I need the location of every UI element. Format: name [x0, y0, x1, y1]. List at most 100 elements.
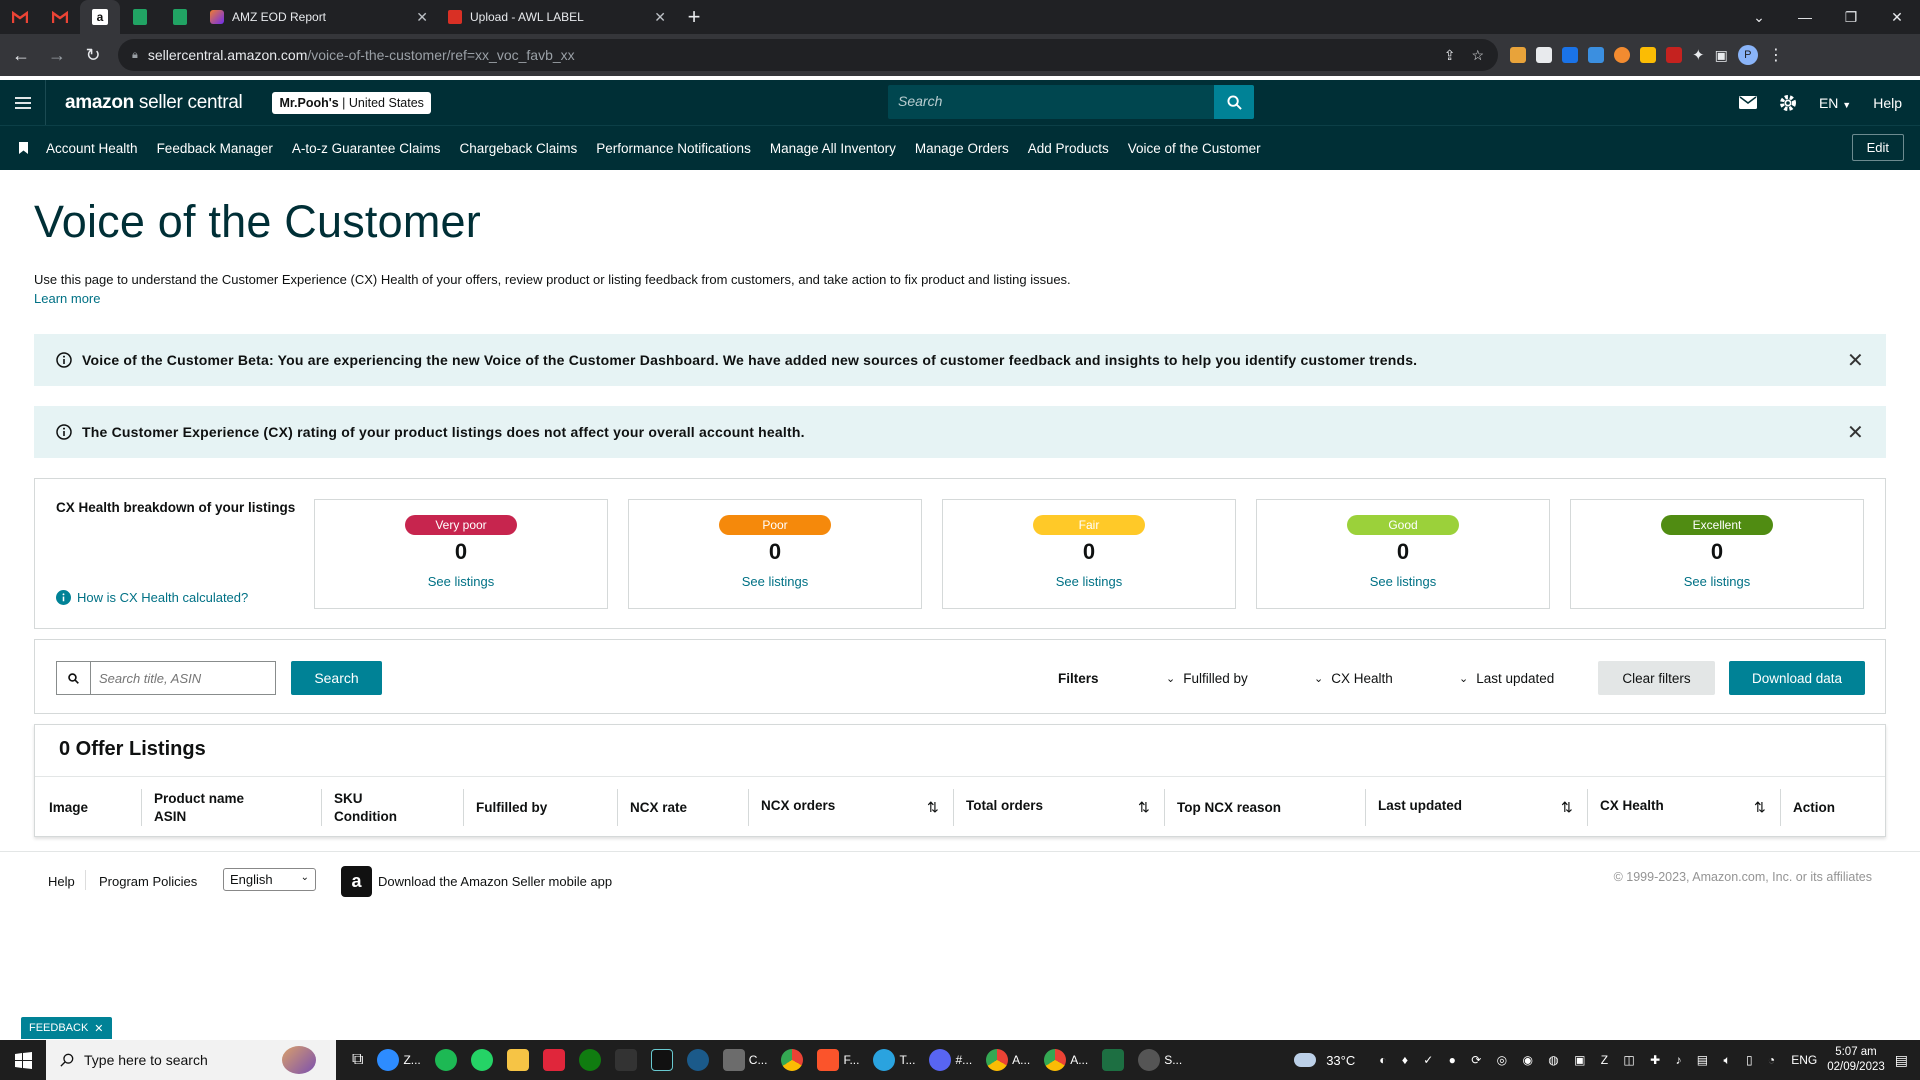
- close-icon[interactable]: ✕: [94, 1022, 103, 1035]
- restore-icon[interactable]: ❐: [1828, 0, 1874, 34]
- cx-health-how-link[interactable]: How is CX Health calculated?: [56, 590, 248, 605]
- extensions-puzzle-icon[interactable]: ✦: [1692, 46, 1705, 64]
- see-listings-link[interactable]: See listings: [315, 574, 607, 589]
- bookmark-star-icon[interactable]: ☆: [1471, 47, 1484, 64]
- amazon-tab[interactable]: a: [80, 0, 120, 34]
- back-icon[interactable]: ←: [6, 40, 36, 70]
- xbox-icon[interactable]: [578, 1049, 601, 1071]
- tiktok-icon[interactable]: [650, 1049, 673, 1071]
- share-icon[interactable]: ⇪: [1444, 47, 1456, 64]
- nav-link-manage-all-inventory[interactable]: Manage All Inventory: [770, 141, 896, 156]
- tab-amz-eod-report[interactable]: AMZ EOD Report ✕: [200, 0, 438, 34]
- epic-games-icon[interactable]: [614, 1049, 637, 1071]
- program-policies-link[interactable]: Program Policies: [99, 874, 197, 889]
- footer-help-link[interactable]: Help: [48, 874, 75, 889]
- sheets-tab[interactable]: [120, 0, 160, 34]
- header-search-button[interactable]: [1214, 85, 1254, 119]
- tab-upload-awl-label[interactable]: Upload - AWL LABEL ✕: [438, 0, 676, 34]
- amazon-seller-app-logo[interactable]: a: [341, 866, 372, 897]
- sort-icon[interactable]: ⇅: [927, 799, 939, 816]
- side-panel-icon[interactable]: ▣: [1715, 47, 1728, 64]
- gear-icon[interactable]: [1779, 94, 1797, 112]
- extension-icon[interactable]: [1510, 47, 1526, 63]
- download-app-link[interactable]: Download the Amazon Seller mobile app: [378, 874, 612, 889]
- see-listings-link[interactable]: See listings: [1257, 574, 1549, 589]
- last-updated-filter[interactable]: ⌄ Last updated: [1459, 671, 1554, 686]
- see-listings-link[interactable]: See listings: [1571, 574, 1863, 589]
- nav-link-performance-notifications[interactable]: Performance Notifications: [596, 141, 751, 156]
- clock[interactable]: 5:07 am 02/09/2023: [1827, 1045, 1885, 1075]
- reload-icon[interactable]: ↻: [78, 40, 108, 70]
- new-tab-button[interactable]: +: [676, 0, 712, 34]
- feedback-button[interactable]: FEEDBACK ✕: [21, 1017, 112, 1039]
- seller-central-logo[interactable]: amazon seller central: [65, 92, 243, 114]
- nav-link-account-health[interactable]: Account Health: [46, 141, 138, 156]
- nav-link-a-to-z-claims[interactable]: A-to-z Guarantee Claims: [292, 141, 441, 156]
- zoom-icon[interactable]: [377, 1049, 400, 1071]
- extension-icon[interactable]: [1588, 47, 1604, 63]
- gmail-tab-2[interactable]: [40, 0, 80, 34]
- extension-icon[interactable]: [1536, 47, 1552, 63]
- extension-icon[interactable]: [1640, 47, 1656, 63]
- column-header-last-updated[interactable]: Last updated: [1365, 789, 1462, 826]
- spotify-icon[interactable]: [434, 1049, 457, 1071]
- language-selector[interactable]: EN ▼: [1819, 95, 1851, 111]
- sort-icon[interactable]: ⇅: [1754, 799, 1766, 816]
- edit-bookmarks-button[interactable]: Edit: [1851, 134, 1904, 161]
- column-header-total-orders[interactable]: Total orders: [953, 789, 1043, 826]
- nav-link-feedback-manager[interactable]: Feedback Manager: [157, 141, 273, 156]
- stopwatch-icon[interactable]: [1138, 1049, 1161, 1071]
- search-button[interactable]: Search: [291, 661, 382, 695]
- sort-icon[interactable]: ⇅: [1561, 799, 1573, 816]
- extension-icon[interactable]: [1666, 47, 1682, 63]
- nav-link-voice-of-the-customer[interactable]: Voice of the Customer: [1128, 141, 1261, 156]
- see-listings-link[interactable]: See listings: [629, 574, 921, 589]
- help-link[interactable]: Help: [1873, 95, 1902, 111]
- weather-cloud-icon[interactable]: [1294, 1053, 1317, 1067]
- chrome-profile-icon[interactable]: [986, 1049, 1009, 1071]
- mail-icon[interactable]: [1738, 96, 1757, 109]
- notifications-icon[interactable]: ▤: [1895, 1052, 1908, 1069]
- chrome-active-icon[interactable]: [1044, 1049, 1067, 1071]
- minimize-icon[interactable]: —: [1782, 0, 1828, 34]
- extension-icon[interactable]: [1614, 47, 1630, 63]
- footer-language-select[interactable]: English ⌄: [223, 868, 316, 891]
- profile-avatar[interactable]: P: [1737, 45, 1758, 65]
- search-input[interactable]: [90, 661, 276, 695]
- calculator-icon[interactable]: [722, 1049, 745, 1071]
- chrome-icon[interactable]: [781, 1049, 804, 1071]
- task-view-icon[interactable]: ⧉: [352, 1051, 363, 1069]
- language-indicator[interactable]: ENG: [1791, 1053, 1817, 1067]
- fulfilled-by-filter[interactable]: ⌄ Fulfilled by: [1166, 671, 1248, 686]
- tab-search-icon[interactable]: ⌄: [1736, 0, 1782, 34]
- taskbar-search[interactable]: Type here to search: [46, 1040, 336, 1080]
- forward-icon[interactable]: →: [42, 40, 72, 70]
- app-icon[interactable]: [542, 1049, 565, 1071]
- brave-icon[interactable]: [817, 1049, 840, 1071]
- see-listings-link[interactable]: See listings: [943, 574, 1235, 589]
- menu-kebab-icon[interactable]: ⋮: [1768, 45, 1784, 65]
- nav-link-manage-orders[interactable]: Manage Orders: [915, 141, 1009, 156]
- close-icon[interactable]: ✕: [1847, 348, 1864, 373]
- close-tab-icon[interactable]: ✕: [654, 9, 666, 26]
- discord-icon[interactable]: [929, 1049, 952, 1071]
- windows-start-icon[interactable]: [0, 1051, 46, 1069]
- close-icon[interactable]: ✕: [1847, 420, 1864, 445]
- tray-icons[interactable]: ◐ ♦ ✓ ● ⟳ ◎ ◉ ◍ ▣ Z ◫ ✚ ♪ ▤ 🔈︎ ▯ ◔: [1379, 1053, 1781, 1068]
- steam-icon[interactable]: [686, 1049, 709, 1071]
- clear-filters-button[interactable]: Clear filters: [1598, 661, 1715, 695]
- file-explorer-icon[interactable]: [506, 1049, 529, 1071]
- column-header-cx-health[interactable]: CX Health: [1587, 789, 1664, 826]
- learn-more-link[interactable]: Learn more: [34, 291, 1886, 306]
- bookmark-icon[interactable]: [0, 142, 46, 154]
- whatsapp-icon[interactable]: [470, 1049, 493, 1071]
- cx-health-filter[interactable]: ⌄ CX Health: [1314, 671, 1393, 686]
- weather-temp[interactable]: 33°C: [1326, 1053, 1355, 1068]
- excel-icon[interactable]: [1102, 1049, 1125, 1071]
- close-tab-icon[interactable]: ✕: [416, 9, 428, 26]
- nav-link-add-products[interactable]: Add Products: [1028, 141, 1109, 156]
- hamburger-menu-icon[interactable]: [0, 80, 46, 125]
- telegram-icon[interactable]: [873, 1049, 896, 1071]
- gmail-tab[interactable]: [0, 0, 40, 34]
- download-data-button[interactable]: Download data: [1729, 661, 1865, 695]
